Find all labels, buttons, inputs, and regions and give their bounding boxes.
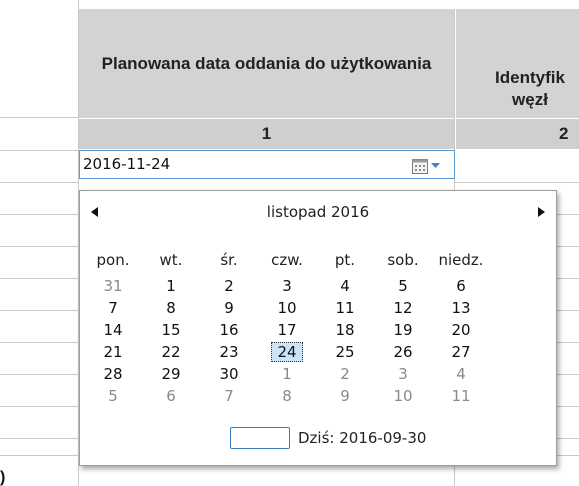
day-cell[interactable]: 30 <box>200 363 258 385</box>
grid-line <box>455 182 579 183</box>
calendar-popup: listopad 2016 pon. wt. śr. czw. pt. sob. niedz… <box>79 190 557 466</box>
day-cell[interactable]: 1 <box>142 275 200 297</box>
days-grid: 31 1 2 3 4 5 6 7 8 9 10 11 12 13 14 15 16 17 18 19 20 21 22 23 2… <box>84 275 490 407</box>
day-cell[interactable]: 5 <box>374 275 432 297</box>
day-cell[interactable]: 3 <box>258 275 316 297</box>
week-row: 7 8 9 10 11 12 13 <box>84 297 490 319</box>
top-strip <box>79 0 579 9</box>
day-cell[interactable]: 11 <box>316 297 374 319</box>
grid-line <box>0 278 79 279</box>
day-cell[interactable]: 8 <box>142 297 200 319</box>
grid-line <box>0 182 79 183</box>
column-header-2[interactable]: Identyfik węzł <box>456 9 579 118</box>
grid-line <box>0 117 79 118</box>
grid-line <box>0 438 79 439</box>
day-cell-other-month[interactable]: 9 <box>316 385 374 407</box>
chevron-down-icon <box>431 163 440 168</box>
calendar-dropdown-button[interactable] <box>401 156 451 176</box>
day-cell-other-month[interactable]: 6 <box>142 385 200 407</box>
today-row[interactable]: Dziś: 2016-09-30 <box>230 427 426 449</box>
week-row: 5 6 7 8 9 10 11 <box>84 385 490 407</box>
day-cell[interactable]: 12 <box>374 297 432 319</box>
week-row: 21 22 23 24 25 26 27 <box>84 341 490 363</box>
weekday-row: pon. wt. śr. czw. pt. sob. niedz. <box>84 251 490 269</box>
day-cell[interactable]: 20 <box>432 319 490 341</box>
month-title[interactable]: listopad 2016 <box>180 203 456 221</box>
today-label[interactable]: Dziś: 2016-09-30 <box>298 429 426 447</box>
day-cell[interactable]: 9 <box>200 297 258 319</box>
day-cell[interactable]: 7 <box>84 297 142 319</box>
calendar-icon <box>412 158 428 174</box>
column-number-2: 2 <box>456 119 579 149</box>
week-row: 14 15 16 17 18 19 20 <box>84 319 490 341</box>
grid-line <box>0 246 79 247</box>
day-cell-other-month[interactable]: 5 <box>84 385 142 407</box>
day-cell-other-month[interactable]: 11 <box>432 385 490 407</box>
day-cell-other-month[interactable]: 1 <box>258 363 316 385</box>
day-cell-other-month[interactable]: 7 <box>200 385 258 407</box>
grid-line <box>0 150 79 151</box>
day-cell-other-month[interactable]: 4 <box>432 363 490 385</box>
day-cell[interactable]: 17 <box>258 319 316 341</box>
today-marker <box>230 427 290 449</box>
day-cell[interactable]: 29 <box>142 363 200 385</box>
row-header-column <box>0 0 79 486</box>
weekday-label: czw. <box>271 251 303 269</box>
triangle-right-icon[interactable] <box>537 207 545 217</box>
column-number-1: 1 <box>79 119 454 149</box>
week-row: 31 1 2 3 4 5 6 <box>84 275 490 297</box>
weekday-label: sob. <box>387 251 419 269</box>
grid-line <box>0 310 79 311</box>
weekday-label: pon. <box>96 251 130 269</box>
grid-line <box>0 374 79 375</box>
day-cell[interactable]: 10 <box>258 297 316 319</box>
selected-day-label: 24 <box>271 342 303 362</box>
day-cell-other-month[interactable]: 10 <box>374 385 432 407</box>
weekday-label: wt. <box>159 251 183 269</box>
week-row: 28 29 30 1 2 3 4 <box>84 363 490 385</box>
grid-line <box>0 406 79 407</box>
day-cell[interactable]: 15 <box>142 319 200 341</box>
day-cell[interactable]: 19 <box>374 319 432 341</box>
weekday-label: niedz. <box>438 251 484 269</box>
day-cell[interactable]: 21 <box>84 341 142 363</box>
day-cell[interactable]: 28 <box>84 363 142 385</box>
date-input[interactable]: 2016-11-24 <box>79 150 455 179</box>
day-cell[interactable]: 2 <box>200 275 258 297</box>
day-cell-other-month[interactable]: 31 <box>84 275 142 297</box>
day-cell[interactable]: 23 <box>200 341 258 363</box>
weekday-label: pt. <box>334 251 356 269</box>
day-cell-selected[interactable]: 24 <box>258 341 316 363</box>
grid-line <box>0 342 79 343</box>
column-header-2-label: Identyfik węzł <box>495 68 565 109</box>
day-cell[interactable]: 26 <box>374 341 432 363</box>
day-cell[interactable]: 6 <box>432 275 490 297</box>
day-cell[interactable]: 14 <box>84 319 142 341</box>
day-cell-other-month[interactable]: 2 <box>316 363 374 385</box>
day-cell-other-month[interactable]: 8 <box>258 385 316 407</box>
column-header-1-label: Planowana data oddania do użytkowania <box>101 53 432 73</box>
triangle-left-icon[interactable] <box>91 207 99 217</box>
day-cell[interactable]: 22 <box>142 341 200 363</box>
weekday-label: śr. <box>220 251 238 269</box>
column-header-1[interactable]: Planowana data oddania do użytkowania <box>79 9 454 118</box>
day-cell-other-month[interactable]: 3 <box>374 363 432 385</box>
day-cell[interactable]: 16 <box>200 319 258 341</box>
day-cell[interactable]: 4 <box>316 275 374 297</box>
day-cell[interactable]: 13 <box>432 297 490 319</box>
day-cell[interactable]: 25 <box>316 341 374 363</box>
row-label-partial: ) <box>0 469 6 486</box>
day-cell[interactable]: 27 <box>432 341 490 363</box>
grid-line <box>0 214 79 215</box>
day-cell[interactable]: 18 <box>316 319 374 341</box>
